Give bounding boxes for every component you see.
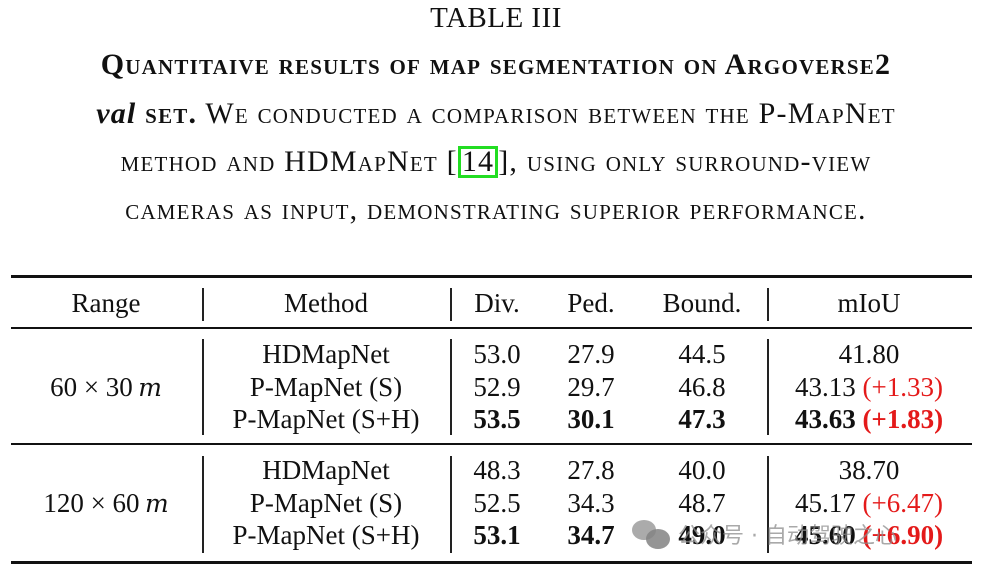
method-cell: P-MapNet (S): [249, 487, 403, 518]
caption-line-2-rest: We conducted a comparison between the P-…: [197, 97, 896, 130]
caption-line-3: method and HDMapNet [14], using only sur…: [0, 145, 992, 179]
header-miou: mIoU: [837, 288, 901, 318]
header-method: Method: [284, 288, 368, 318]
miou-value: 43.63: [794, 404, 856, 434]
bound-cell: 48.7: [678, 487, 726, 518]
ped-cell: 30.1: [567, 404, 615, 434]
method-cell: P-MapNet (S): [249, 371, 403, 402]
header-div: Div.: [474, 288, 520, 318]
div-cell: 52.5: [473, 487, 521, 518]
column-separator: [202, 339, 204, 435]
div-cell: 52.9: [473, 371, 521, 402]
miou-value: 45.17: [795, 487, 856, 518]
watermark-text: 公众号 · 自动驾驶之心: [678, 524, 897, 549]
header-bound: Bound.: [662, 288, 742, 318]
caption-val: val: [96, 97, 137, 130]
table-label: TABLE III: [430, 2, 562, 34]
column-separator: [202, 288, 204, 321]
div-cell: 48.3: [473, 455, 521, 485]
miou-delta: (+1.33): [862, 371, 943, 402]
miou-delta: (+6.47): [862, 487, 943, 518]
caption-line-3-pre: method and HDMapNet [: [120, 145, 458, 178]
column-separator: [450, 339, 452, 435]
range-value: 60 × 30: [50, 371, 133, 402]
miou-value: 41.80: [838, 339, 900, 369]
miou-delta: (+1.83): [862, 404, 944, 434]
citation-link[interactable]: 14: [457, 146, 499, 178]
miou-cell: 43.13 (+1.33): [795, 371, 943, 403]
div-cell: 53.5: [473, 404, 521, 434]
bound-cell: 44.5: [678, 339, 726, 369]
range-cell: 60 × 30 m: [50, 371, 162, 404]
caption-set: set.: [136, 97, 198, 130]
ped-cell: 27.8: [567, 455, 615, 485]
caption-line-2: val set. We conducted a comparison betwe…: [0, 97, 992, 131]
miou-cell: 43.63 (+1.83): [795, 403, 943, 435]
caption-line-4: cameras as input, demonstrating superior…: [125, 193, 867, 226]
method-cell: HDMapNet: [262, 455, 390, 485]
method-cell: P-MapNet (S+H): [232, 520, 420, 550]
range-cell: 120 × 60 m: [43, 487, 168, 520]
miou-cell: 38.70: [839, 454, 900, 486]
column-separator: [767, 288, 769, 321]
miou-value: 43.13: [795, 371, 856, 402]
header-ped: Ped.: [567, 288, 615, 318]
column-separator: [450, 288, 452, 321]
ped-cell: 29.7: [567, 371, 615, 402]
bound-cell: 40.0: [678, 455, 726, 485]
miou-cell: 41.80: [839, 338, 900, 370]
bottom-rule: [11, 561, 972, 564]
miou-cell: 45.17 (+6.47): [795, 487, 943, 519]
column-separator: [450, 456, 452, 553]
range-unit: m: [144, 488, 169, 518]
watermark: 公众号 · 自动驾驶之心: [632, 518, 897, 550]
top-rule: [11, 275, 972, 278]
range-unit: m: [138, 372, 162, 402]
bound-cell: 46.8: [678, 371, 726, 402]
header-range: Range: [71, 288, 141, 318]
wechat-icon: [632, 518, 672, 550]
ped-cell: 34.3: [567, 487, 615, 518]
header-rule: [11, 327, 972, 329]
div-cell: 53.0: [473, 339, 521, 369]
ped-cell: 27.9: [567, 339, 615, 369]
group-rule: [11, 443, 972, 445]
miou-value: 38.70: [838, 455, 900, 485]
range-value: 120 × 60: [43, 487, 140, 518]
column-separator: [767, 339, 769, 435]
caption-line-3-post: ], using only surround-view: [498, 145, 872, 178]
ped-cell: 34.7: [567, 520, 615, 550]
method-cell: HDMapNet: [262, 339, 390, 369]
column-separator: [202, 456, 204, 553]
div-cell: 53.1: [473, 520, 521, 550]
method-cell: P-MapNet (S+H): [232, 404, 420, 434]
caption-line-1: Quantitaive results of map segmentation …: [100, 48, 892, 81]
bound-cell: 47.3: [678, 404, 726, 434]
